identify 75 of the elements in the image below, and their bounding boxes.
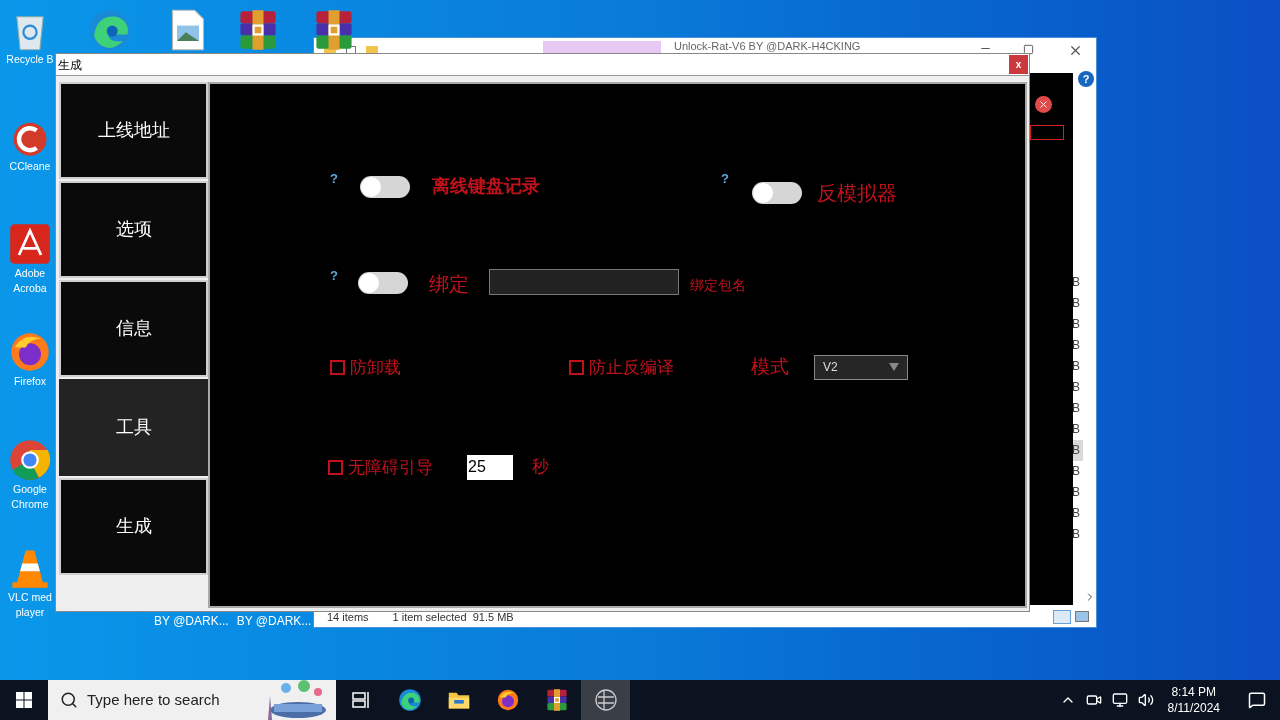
nav-tab[interactable]: 选项 — [59, 181, 208, 278]
file-size: B — [1071, 400, 1081, 417]
close-icon[interactable] — [1068, 43, 1083, 58]
books-icon — [544, 688, 569, 712]
checkbox[interactable] — [328, 459, 343, 475]
status-text: 14 items — [327, 610, 369, 625]
shortcut-label: CCleane — [9, 159, 51, 174]
firefox-icon — [495, 688, 520, 712]
checkbox[interactable] — [330, 359, 345, 375]
mode-label: 模式 — [751, 354, 789, 379]
shortcut-label: Acroba — [13, 281, 47, 296]
file-label: BY @DARK... — [236, 613, 312, 630]
file-size: B — [1071, 379, 1081, 396]
switch-label: 绑定 — [428, 272, 469, 297]
file-size: B — [1071, 274, 1081, 291]
nav-tab[interactable]: 工具 — [59, 379, 208, 476]
dropdown-arrow-icon — [889, 363, 899, 371]
chrome-icon — [8, 438, 52, 482]
file-size: B — [1071, 526, 1081, 543]
mode-dropdown[interactable]: V2 — [814, 354, 908, 380]
volume-icon[interactable] — [1137, 692, 1154, 708]
edge-icon — [397, 688, 422, 712]
shortcut-label: Adobe — [14, 266, 46, 281]
notifications-icon[interactable] — [1248, 691, 1266, 709]
file-size: B — [1071, 484, 1081, 501]
nav-tab[interactable]: 信息 — [59, 280, 208, 377]
package-name-field[interactable] — [488, 269, 679, 295]
clock[interactable]: 8:14 PM 8/11/2024 — [1163, 684, 1224, 716]
checkbox-label: 防止反编译 — [589, 358, 674, 376]
close-button[interactable]: x — [1009, 55, 1028, 74]
shortcut-label: Chrome — [11, 497, 49, 512]
checkbox-label: 防卸载 — [350, 358, 401, 376]
field-label: 绑定包名 — [689, 276, 746, 295]
seconds-field[interactable]: 25 — [467, 454, 513, 480]
search-icon — [60, 691, 78, 709]
switch-label: 离线键盘记录 — [431, 175, 540, 198]
shortcut-label: player — [15, 605, 45, 620]
maximize-icon[interactable] — [1023, 44, 1034, 55]
help-mark[interactable]: ? — [721, 172, 729, 185]
help-mark[interactable]: ? — [330, 269, 338, 282]
toggle-switch[interactable] — [357, 272, 408, 294]
globe-icon — [593, 688, 618, 712]
windows-logo-icon — [16, 692, 32, 708]
firefox-icon — [8, 330, 52, 374]
help-icon[interactable]: ? — [1078, 71, 1094, 87]
file-size: B — [1071, 337, 1081, 354]
toggle-switch[interactable] — [751, 182, 802, 204]
file-size: B — [1071, 358, 1081, 375]
shortcut-label: VLC med — [8, 590, 52, 605]
file-label: BY @DARK... — [154, 613, 229, 630]
shortcut-label: Firefox — [13, 374, 47, 389]
switch-label: 反模拟器 — [816, 181, 897, 206]
file-size: B — [1071, 505, 1081, 522]
edge-icon — [88, 8, 132, 52]
checkbox-label: 无障碍引导 — [348, 458, 433, 476]
shortcut-label: Google — [13, 482, 47, 497]
file-size: B — [1071, 316, 1081, 333]
acrobat-icon — [8, 222, 52, 266]
toggle-switch[interactable] — [359, 176, 410, 198]
taskbar-app[interactable] — [581, 680, 630, 720]
file-size: B — [1071, 463, 1081, 480]
window-title: 生成 — [58, 56, 82, 74]
file-size: B — [1071, 421, 1081, 438]
nav-tab[interactable]: 上线地址 — [59, 82, 208, 179]
unit-label: 秒 — [532, 456, 549, 479]
checkbox[interactable] — [569, 359, 584, 375]
nav-tab[interactable]: 生成 — [59, 478, 208, 575]
network-icon[interactable] — [1111, 692, 1128, 708]
status-text: 1 item selected 91.5 MB — [392, 610, 514, 625]
shortcut-label: Recycle B — [6, 52, 54, 67]
camera-icon[interactable] — [1085, 692, 1102, 708]
outlined-field[interactable] — [1030, 125, 1064, 140]
window-title: Unlock-Rat-V6 BY @DARK-H4CKING — [674, 40, 861, 52]
file-size: B — [1071, 295, 1081, 312]
help-mark[interactable]: ? — [330, 172, 338, 185]
